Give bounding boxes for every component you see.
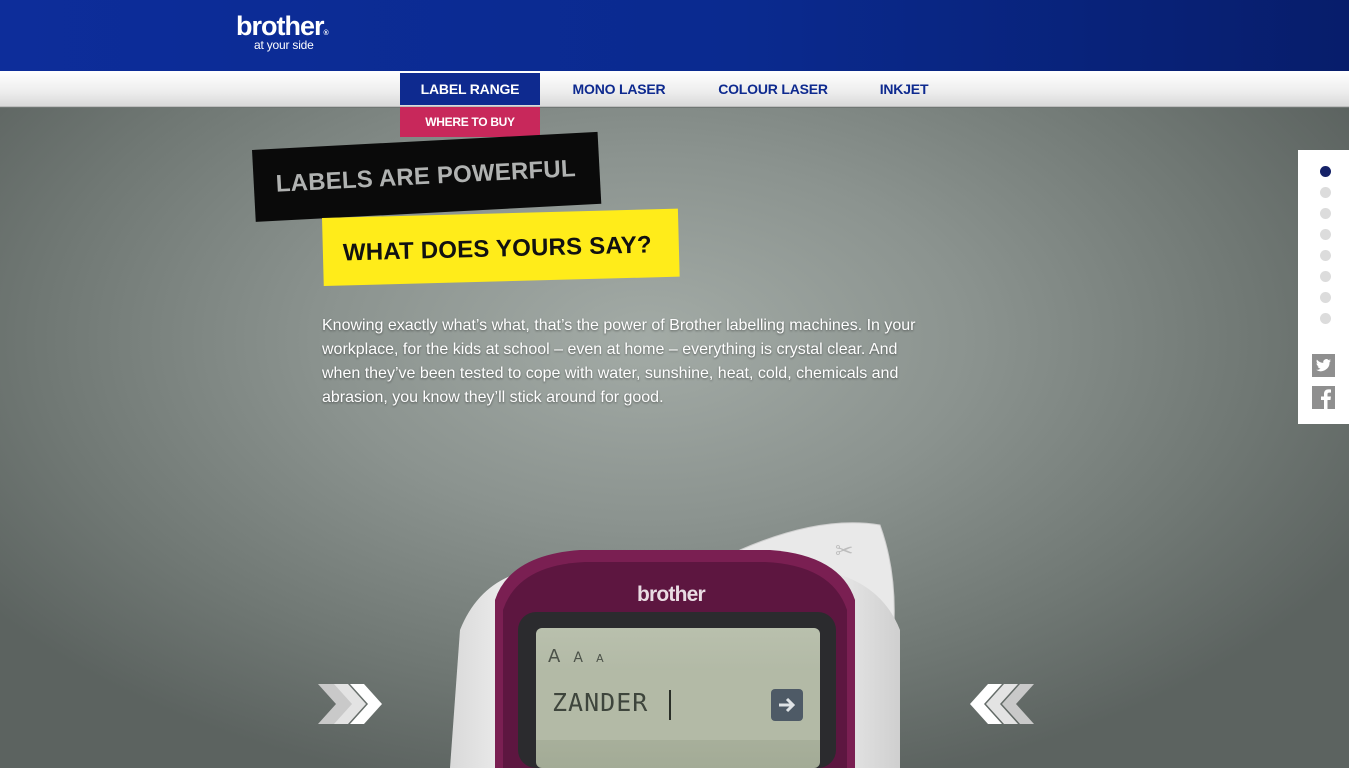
main-navigation: LABEL RANGE MONO LASER COLOUR LASER INKJ… [0,71,1349,107]
svg-text:✂: ✂ [835,539,853,564]
where-to-buy-button[interactable]: WHERE TO BUY [400,107,540,137]
double-chevron-left-icon [970,684,1034,724]
nav-tab-inkjet[interactable]: INKJET [868,73,940,105]
twitter-bird-icon [1312,354,1335,377]
device-brand-text: brother [637,583,706,606]
headline-black-text: LABELS ARE POWERFUL [275,155,577,198]
double-chevron-right-icon [318,684,382,724]
section-dot-5[interactable] [1320,250,1331,261]
logo-wordmark: brother® [236,11,329,41]
section-dot-2[interactable] [1320,187,1331,198]
section-dot-6[interactable] [1320,271,1331,282]
section-dot-3[interactable] [1320,208,1331,219]
section-nav-rail [1298,150,1349,424]
brother-logo[interactable]: brother® at your side [236,12,329,52]
label-maker-graphic: ✂ [450,522,900,768]
facebook-f-icon [1312,386,1335,409]
section-dot-1[interactable] [1320,166,1331,177]
intro-paragraph: Knowing exactly what’s what, that’s the … [322,317,916,406]
next-slide-button[interactable] [316,678,386,730]
font-size-indicators: A A A [548,646,604,667]
section-dot-4[interactable] [1320,229,1331,240]
facebook-icon[interactable] [1312,386,1335,409]
twitter-icon[interactable] [1312,354,1335,377]
section-dot-8[interactable] [1320,313,1331,324]
previous-slide-button[interactable] [966,678,1036,730]
nav-tab-label-range[interactable]: LABEL RANGE [400,73,540,105]
lcd-screen-text: ZANDER [552,688,649,717]
section-dot-7[interactable] [1320,292,1331,303]
top-header-bar: brother® at your side [0,0,1349,71]
headline-yellow-text: WHAT DOES YOURS SAY? [342,231,653,267]
nav-tab-colour-laser[interactable]: COLOUR LASER [706,73,840,105]
nav-tab-mono-laser[interactable]: MONO LASER [560,73,678,105]
headline-yellow-label: WHAT DOES YOURS SAY? [322,208,680,286]
label-maker-illustration: ✂ brother A A A ZANDER [440,520,910,768]
